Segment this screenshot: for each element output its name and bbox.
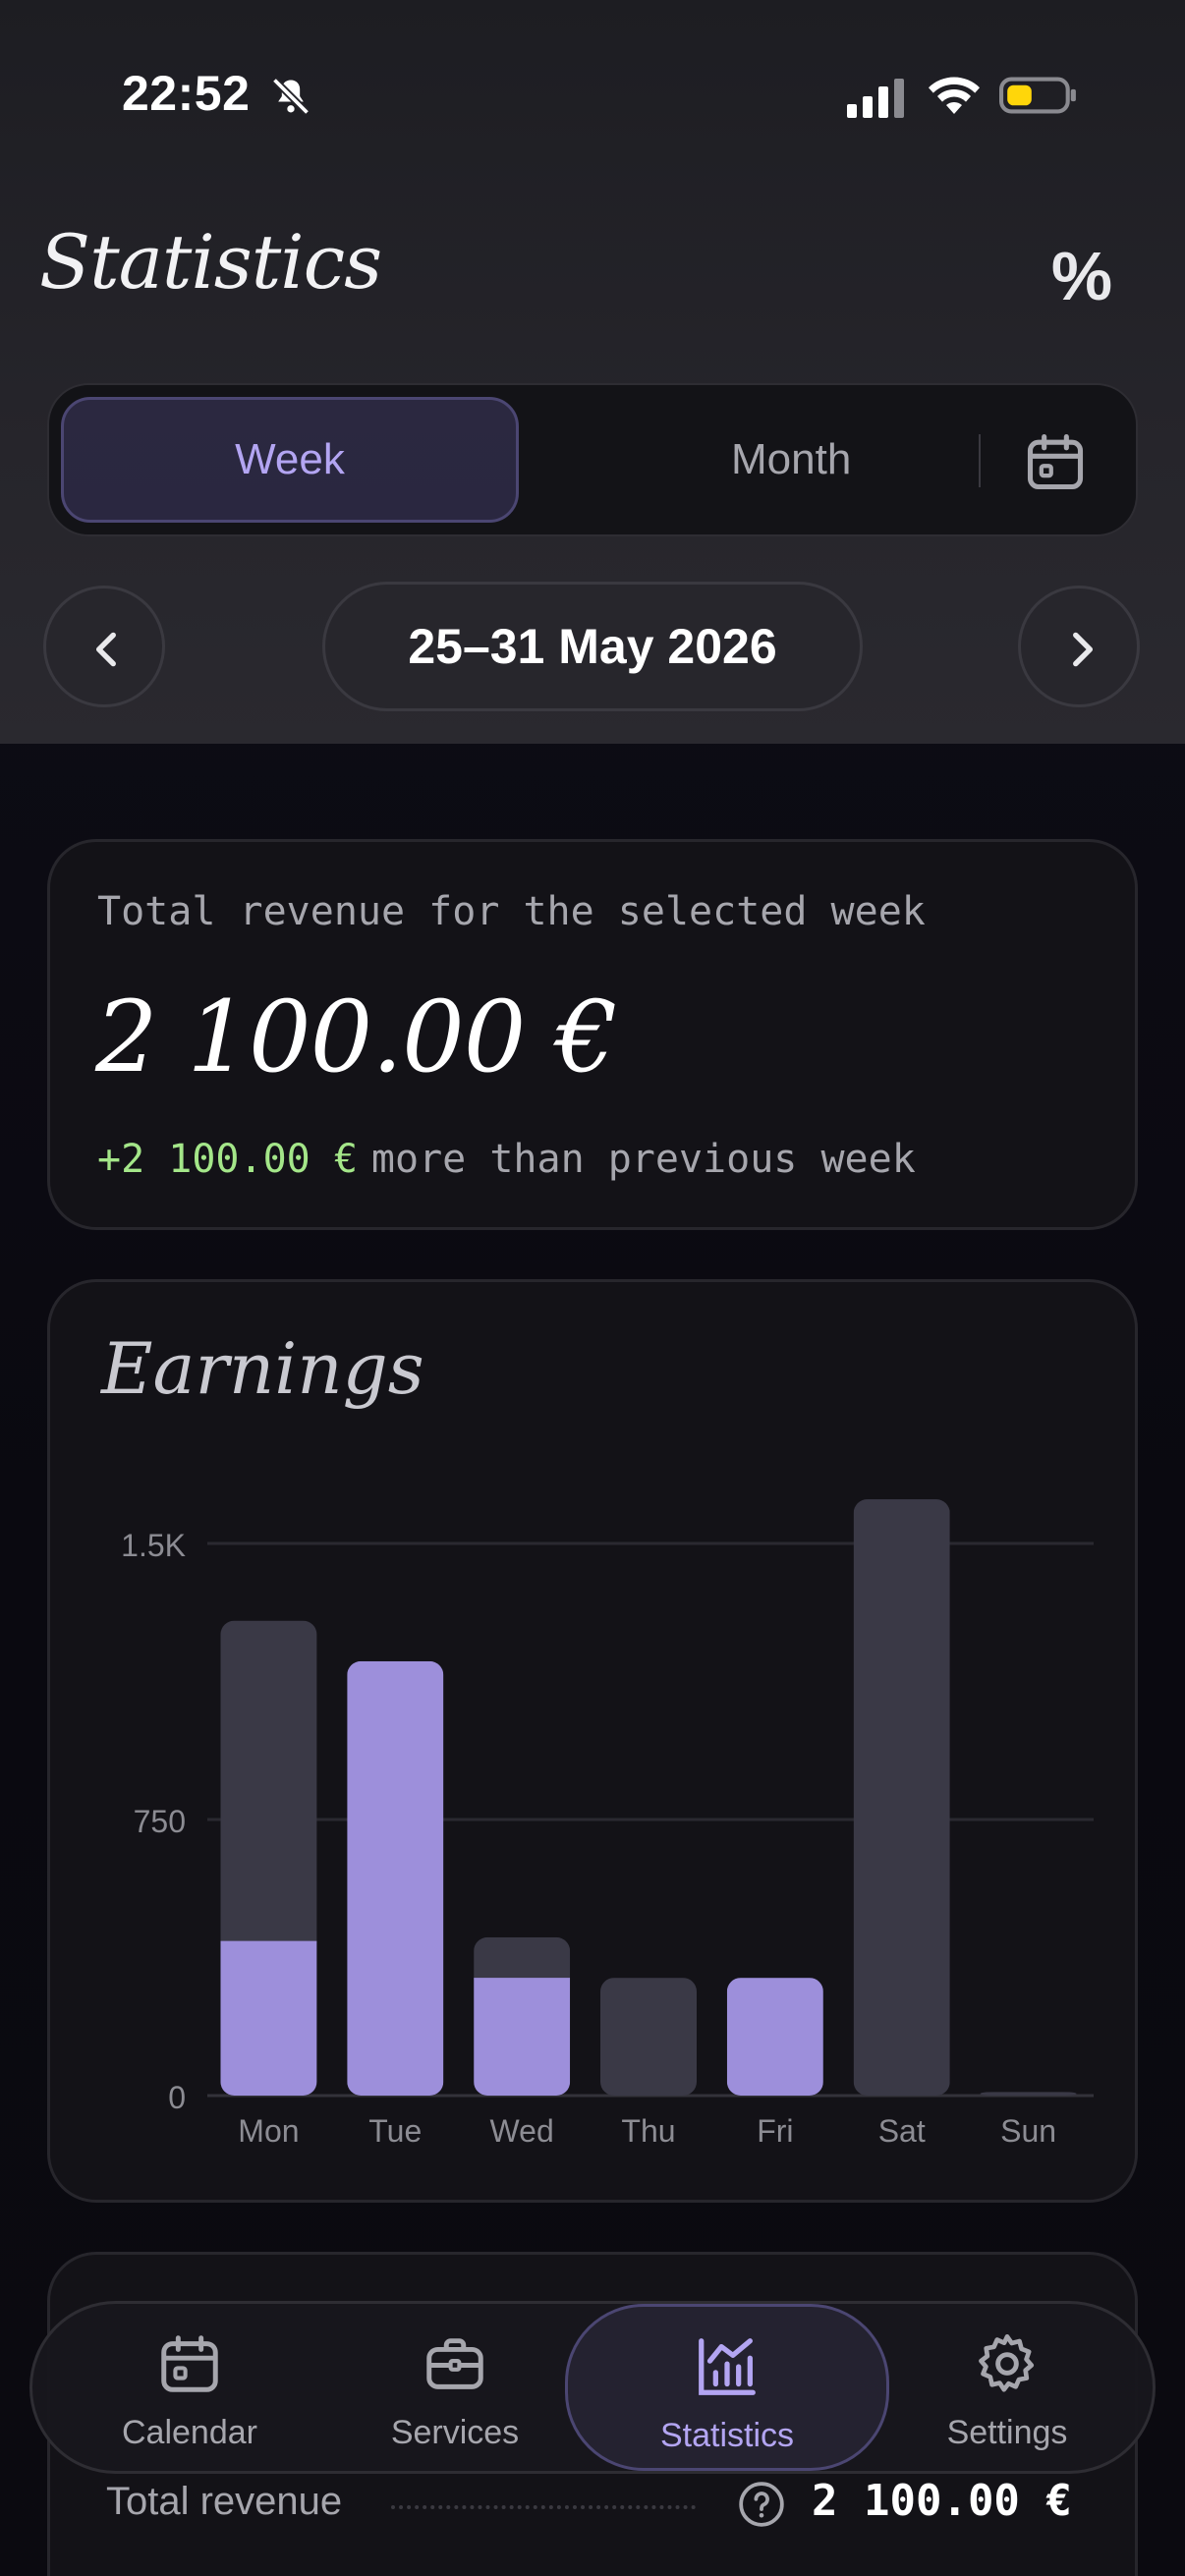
bar-sat <box>853 1499 950 2097</box>
x-tick-label: Thu <box>621 2113 675 2149</box>
revenue-card: Total revenue for the selected week 2 10… <box>47 839 1138 1230</box>
bottom-tab-bar: Calendar Services Statistics Settings <box>29 2301 1156 2474</box>
bar-segment-secondary <box>853 1499 950 2097</box>
previous-week-button[interactable] <box>43 586 165 707</box>
tab-calendar-label: Calendar <box>122 2414 257 2451</box>
cellular-signal-icon <box>847 79 904 118</box>
dotted-leader <box>391 2505 696 2509</box>
header-area: 22:52 Statistics % Week Month 25–31 May … <box>0 0 1185 744</box>
tab-settings-label: Settings <box>946 2414 1068 2451</box>
percent-button[interactable]: % <box>1038 232 1126 320</box>
revenue-delta-text: more than previous week <box>370 1137 916 1182</box>
x-tick-label: Mon <box>238 2113 299 2149</box>
total-revenue-value: 2 100.00 € <box>812 2476 1072 2526</box>
bar-segment-primary <box>347 1660 444 2096</box>
bar-thu <box>600 1978 697 2097</box>
y-tick-label: 0 <box>168 2080 186 2115</box>
x-tick-label: Fri <box>757 2113 793 2149</box>
gear-icon <box>979 2333 1035 2392</box>
bar-segment-primary <box>474 1978 571 2096</box>
total-revenue-label: Total revenue <box>106 2480 343 2523</box>
chart-icon <box>699 2338 756 2395</box>
bar-segment-secondary <box>474 1936 571 1981</box>
earnings-card: Earnings 1.5K 750 0 Mon Tue Wed Thu Fri Sat Sun <box>47 1279 1138 2203</box>
bar-segment-secondary <box>220 1620 317 1943</box>
bell-off-icon <box>271 77 310 116</box>
wifi-icon <box>929 77 980 114</box>
help-icon[interactable] <box>737 2480 786 2529</box>
tab-services-label: Services <box>390 2414 520 2451</box>
bar-tue <box>347 1660 444 2096</box>
tab-calendar[interactable]: Calendar <box>91 2304 288 2471</box>
month-tab[interactable]: Month <box>570 397 1028 523</box>
week-range-label[interactable]: 25–31 May 2026 <box>322 582 863 711</box>
page-title: Statistics <box>39 218 382 306</box>
bar-fri <box>726 1978 823 2096</box>
tab-statistics[interactable]: Statistics <box>565 2304 889 2471</box>
bar-wed <box>474 1936 571 2096</box>
bar-segment-primary <box>220 1940 317 2096</box>
revenue-label: Total revenue for the selected week <box>97 889 926 934</box>
calendar-picker-icon[interactable] <box>1022 428 1089 495</box>
toggle-divider <box>979 434 981 487</box>
period-toggle: Week Month <box>47 383 1138 536</box>
next-week-button[interactable] <box>1018 586 1140 707</box>
chevron-left-icon <box>95 632 116 667</box>
revenue-amount: 2 100.00 € <box>95 980 618 1094</box>
bar-segment-primary <box>726 1978 823 2096</box>
x-tick-label: Tue <box>368 2113 422 2149</box>
app-screen: 22:52 Statistics % Week Month 25–31 May … <box>0 0 1185 2576</box>
tab-services[interactable]: Services <box>357 2304 553 2471</box>
bar-mon <box>220 1620 317 2096</box>
battery-icon <box>999 77 1076 114</box>
x-tick-label: Wed <box>490 2113 554 2149</box>
x-tick-label: Sun <box>1000 2113 1056 2149</box>
tab-statistics-label: Statistics <box>659 2417 795 2454</box>
tab-settings[interactable]: Settings <box>889 2304 1125 2471</box>
revenue-delta: +2 100.00 € more than previous week <box>97 1137 916 1182</box>
earnings-chart: 1.5K 750 0 Mon Tue Wed Thu Fri Sat Sun <box>121 1499 1094 2149</box>
status-time: 22:52 <box>122 66 251 121</box>
x-tick-label: Sat <box>878 2113 926 2149</box>
revenue-delta-value: +2 100.00 € <box>97 1137 358 1182</box>
calendar-icon <box>161 2335 218 2392</box>
briefcase-icon <box>426 2338 483 2389</box>
chevron-right-icon <box>1073 632 1094 667</box>
bar-segment-secondary <box>600 1978 697 2097</box>
y-tick-label: 750 <box>134 1804 186 1839</box>
week-tab[interactable]: Week <box>61 397 519 523</box>
y-tick-label: 1.5K <box>121 1528 186 1563</box>
